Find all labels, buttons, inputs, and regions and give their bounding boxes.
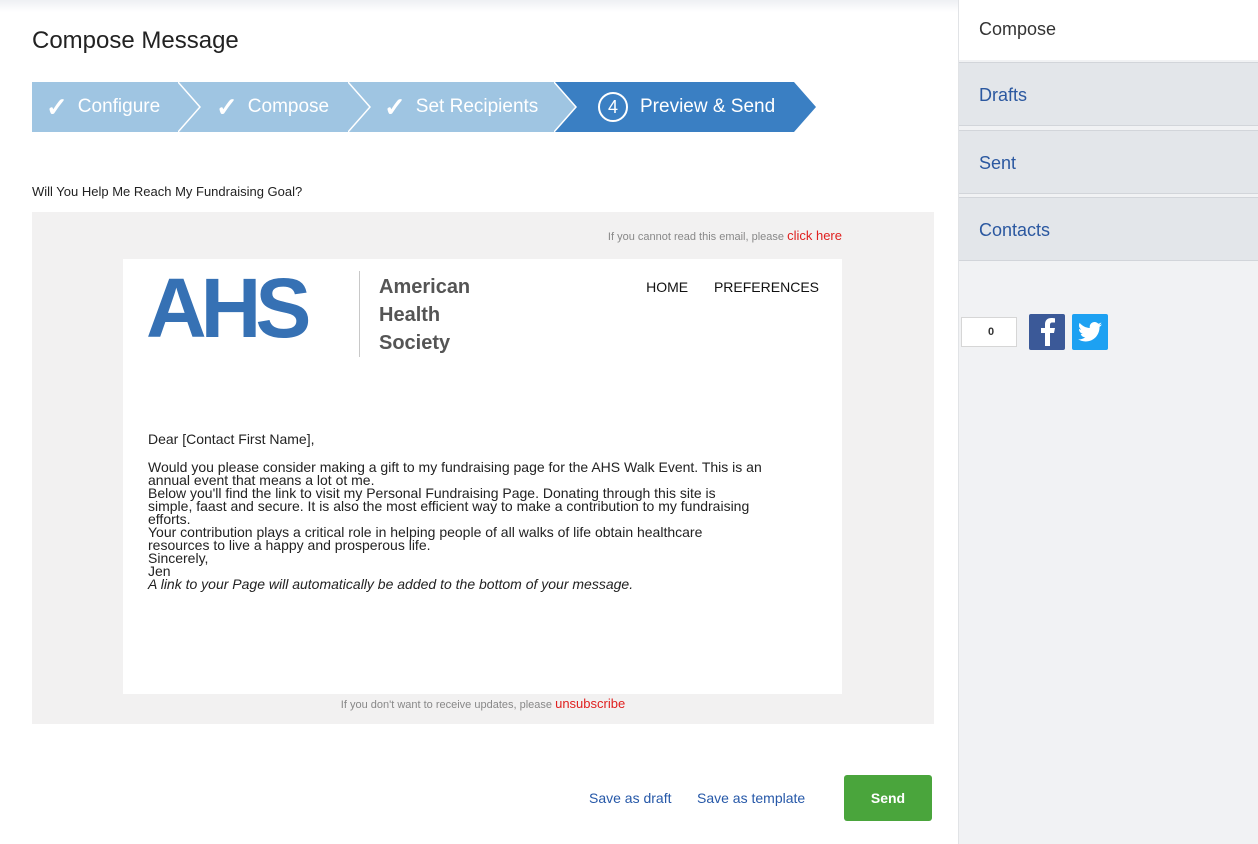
ahs-logo-mark: AHS xyxy=(146,261,311,355)
sidebar-item-sent[interactable]: Sent xyxy=(959,130,1258,194)
step-wizard: ✓ Configure ✓ Compose ✓ Set Recipients 4… xyxy=(32,82,822,132)
sidebar-item-label: Contacts xyxy=(979,220,1051,240)
step-preview-send[interactable]: 4 Preview & Send xyxy=(554,82,816,132)
logo-line: American xyxy=(379,276,471,298)
unsubscribe-link[interactable]: unsubscribe xyxy=(555,696,625,711)
logo-line: Society xyxy=(379,332,451,354)
sidebar-item-label: Sent xyxy=(979,153,1017,173)
twitter-icon[interactable] xyxy=(1072,314,1108,350)
sidebar: Compose Drafts Sent Contacts 0 xyxy=(958,0,1258,844)
logo-line: Health xyxy=(379,304,441,326)
email-body-line: simple, faast and secure. It is also the… xyxy=(148,498,750,514)
email-body: Dear [Contact First Name], Would you ple… xyxy=(148,431,838,592)
save-as-draft-link[interactable]: Save as draft xyxy=(589,790,672,806)
auto-link-note: A link to your Page will automatically b… xyxy=(148,576,634,592)
view-online-notice: If you cannot read this email, please cl… xyxy=(608,228,842,243)
checkmark-icon: ✓ xyxy=(384,92,406,122)
step-compose[interactable]: ✓ Compose xyxy=(178,82,370,132)
message-subject: Will You Help Me Reach My Fundraising Go… xyxy=(32,184,303,199)
email-nav-home[interactable]: HOME xyxy=(646,279,688,295)
sidebar-item-contacts[interactable]: Contacts xyxy=(959,197,1258,261)
step-label: Set Recipients xyxy=(415,96,539,117)
email-card: AHS American Health Society HOME PREFERE… xyxy=(123,259,842,694)
step-label: Compose xyxy=(247,96,330,117)
save-as-template-link[interactable]: Save as template xyxy=(697,790,805,806)
step-number-icon: 4 xyxy=(598,92,628,122)
sidebar-item-label: Compose xyxy=(979,19,1057,39)
sidebar-item-label: Drafts xyxy=(979,85,1028,105)
email-body-line: Sincerely, xyxy=(148,550,209,566)
logo-wordmark: American Health Society xyxy=(379,273,470,357)
checkmark-icon: ✓ xyxy=(216,92,238,122)
email-greeting: Dear [Contact First Name], xyxy=(148,431,315,447)
step-label: Preview & Send xyxy=(640,96,776,117)
page-title: Compose Message xyxy=(32,27,239,54)
view-online-text: If you cannot read this email, please xyxy=(607,231,785,243)
sidebar-item-drafts[interactable]: Drafts xyxy=(959,62,1258,126)
send-button[interactable]: Send xyxy=(844,775,932,821)
checkmark-icon: ✓ xyxy=(46,92,68,122)
email-preview: If you cannot read this email, please cl… xyxy=(32,212,934,724)
share-bar: 0 xyxy=(961,314,1108,350)
email-nav: HOME PREFERENCES xyxy=(624,279,819,295)
step-label: Configure xyxy=(77,96,161,117)
unsubscribe-notice: If you don't want to receive updates, pl… xyxy=(32,696,934,711)
share-count: 0 xyxy=(961,317,1017,347)
unsubscribe-text: If you don't want to receive updates, pl… xyxy=(340,699,553,711)
facebook-icon[interactable] xyxy=(1029,314,1065,350)
sidebar-item-compose[interactable]: Compose xyxy=(959,0,1258,60)
logo-divider xyxy=(359,271,360,357)
view-online-link[interactable]: click here xyxy=(787,228,842,243)
step-set-recipients[interactable]: ✓ Set Recipients xyxy=(348,82,588,132)
email-nav-preferences[interactable]: PREFERENCES xyxy=(714,279,819,295)
email-body-line: resources to live a happy and prosperous… xyxy=(148,537,431,553)
